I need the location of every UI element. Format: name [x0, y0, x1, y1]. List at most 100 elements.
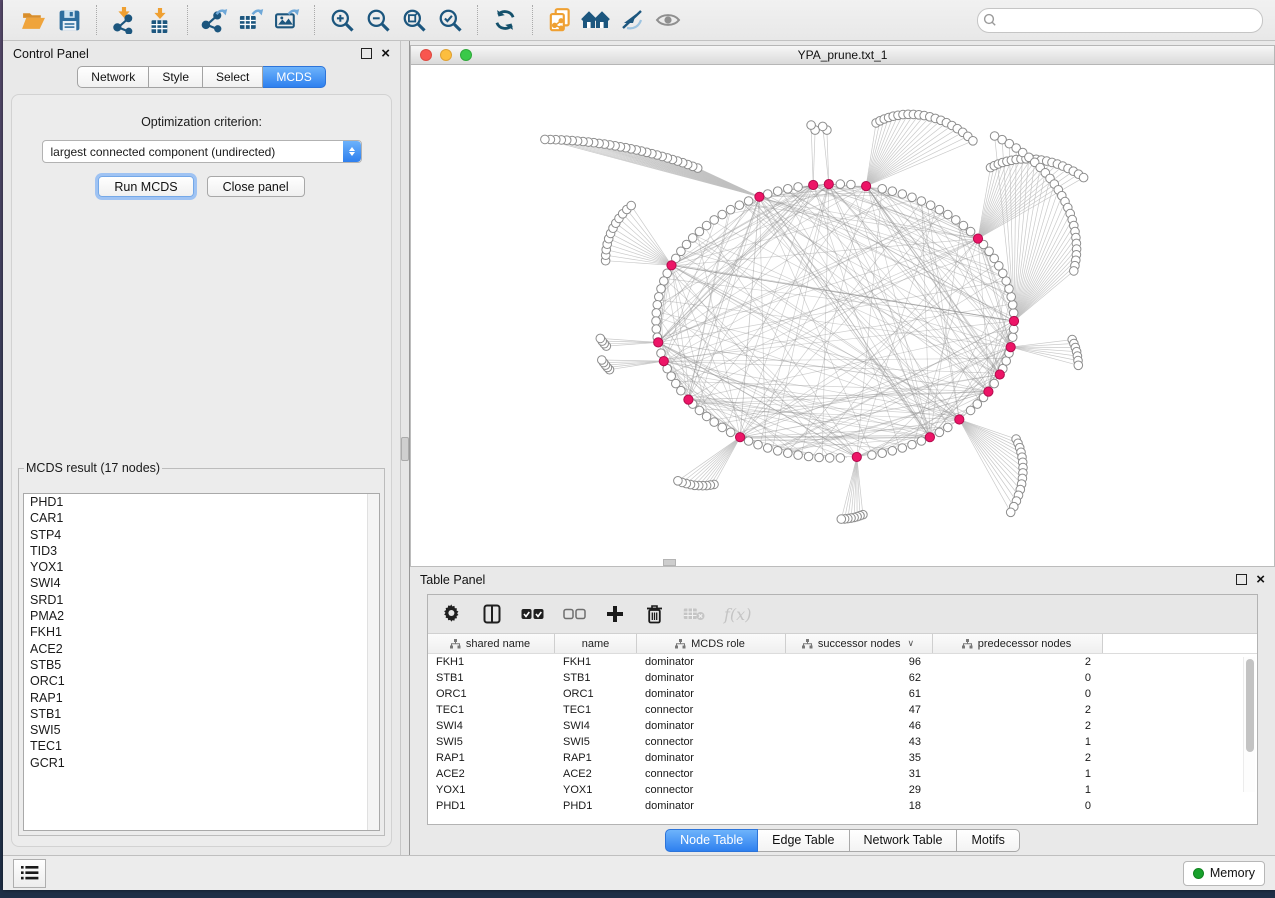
graph-node[interactable]	[702, 221, 711, 230]
graph-node[interactable]	[598, 356, 607, 365]
mcds-list-scrollbar[interactable]	[367, 494, 379, 830]
table-row[interactable]: ORC1ORC1dominator610	[428, 686, 1257, 702]
table-row[interactable]: ACE2ACE2connector311	[428, 766, 1257, 782]
graph-hub-node[interactable]	[654, 338, 663, 347]
mcds-result-item[interactable]: ACE2	[24, 641, 379, 657]
graph-node[interactable]	[1007, 293, 1016, 302]
graph-node[interactable]	[718, 423, 727, 432]
graph-node[interactable]	[784, 185, 793, 194]
graph-node[interactable]	[726, 205, 735, 214]
zoom-in-icon[interactable]	[324, 4, 360, 36]
mcds-result-item[interactable]: PMA2	[24, 608, 379, 624]
add-column-icon[interactable]	[605, 602, 625, 626]
mcds-result-item[interactable]: RAP1	[24, 690, 379, 706]
graph-node[interactable]	[807, 121, 816, 130]
graph-node[interactable]	[695, 406, 704, 415]
graph-node[interactable]	[773, 447, 782, 456]
graph-hub-node[interactable]	[659, 357, 668, 366]
graph-hub-node[interactable]	[973, 234, 982, 243]
graph-node[interactable]	[952, 216, 961, 225]
column-header-MCDS-role[interactable]: MCDS role	[637, 634, 786, 653]
graph-node[interactable]	[763, 190, 772, 199]
zoom-fit-icon[interactable]	[396, 4, 432, 36]
graph-node[interactable]	[917, 197, 926, 206]
graph-node[interactable]	[653, 301, 662, 310]
graph-node[interactable]	[926, 201, 935, 210]
graph-node[interactable]	[773, 187, 782, 196]
graph-node[interactable]	[825, 454, 834, 463]
column-header-successor-nodes[interactable]: successor nodes∨	[786, 634, 933, 653]
graph-node[interactable]	[1006, 508, 1015, 517]
graph-node[interactable]	[837, 515, 846, 524]
criterion-select[interactable]: largest connected component (undirected)	[42, 140, 362, 163]
graph-node[interactable]	[754, 440, 763, 449]
show-columns-icon[interactable]	[482, 602, 502, 626]
graph-hub-node[interactable]	[684, 395, 693, 404]
maximize-window-icon[interactable]	[460, 49, 472, 61]
graph-node[interactable]	[935, 205, 944, 214]
graph-node[interactable]	[1008, 301, 1017, 310]
graph-hub-node[interactable]	[824, 180, 833, 189]
splitter-handle-icon[interactable]	[401, 437, 409, 461]
graph-node[interactable]	[888, 447, 897, 456]
import-network-icon[interactable]	[106, 4, 142, 36]
graph-node[interactable]	[935, 428, 944, 437]
graph-hub-node[interactable]	[925, 433, 934, 442]
memory-button[interactable]: Memory	[1183, 861, 1265, 886]
table-row[interactable]: SWI5SWI5connector431	[428, 734, 1257, 750]
hide-details-icon[interactable]	[614, 4, 650, 36]
graph-node[interactable]	[726, 428, 735, 437]
graph-node[interactable]	[652, 309, 661, 318]
column-header-shared-name[interactable]: shared name	[428, 634, 555, 653]
mcds-result-item[interactable]: STB1	[24, 706, 379, 722]
graph-node[interactable]	[878, 449, 887, 458]
mcds-result-item[interactable]: ORC1	[24, 673, 379, 689]
graph-node[interactable]	[888, 187, 897, 196]
graph-node[interactable]	[966, 406, 975, 415]
table-row[interactable]: YOX1YOX1connector291	[428, 782, 1257, 798]
graph-node[interactable]	[657, 285, 666, 294]
minimize-window-icon[interactable]	[440, 49, 452, 61]
graph-node[interactable]	[710, 418, 719, 427]
float-panel-button[interactable]	[361, 48, 372, 59]
graph-node[interactable]	[966, 227, 975, 236]
table-row[interactable]: SWI4SWI4dominator462	[428, 718, 1257, 734]
export-image-icon[interactable]	[269, 4, 305, 36]
close-window-icon[interactable]	[420, 49, 432, 61]
graph-node[interactable]	[541, 135, 550, 144]
mcds-result-item[interactable]: SWI4	[24, 575, 379, 591]
mcds-result-item[interactable]: SWI5	[24, 722, 379, 738]
graph-node[interactable]	[898, 190, 907, 199]
graph-node[interactable]	[990, 379, 999, 388]
table-row[interactable]: FKH1FKH1dominator962	[428, 654, 1257, 670]
column-header-name[interactable]: name	[555, 634, 637, 653]
graph-node[interactable]	[878, 185, 887, 194]
float-table-panel-button[interactable]	[1236, 574, 1247, 585]
delete-column-icon[interactable]	[644, 602, 664, 626]
close-panel-button-mcds[interactable]: Close panel	[207, 176, 305, 197]
mcds-result-item[interactable]: TEC1	[24, 738, 379, 754]
graph-node[interactable]	[868, 451, 877, 460]
graph-hub-node[interactable]	[984, 387, 993, 396]
mcds-result-item[interactable]: TID3	[24, 543, 379, 559]
refresh-icon[interactable]	[487, 4, 523, 36]
graph-node[interactable]	[744, 437, 753, 446]
graph-node[interactable]	[973, 400, 982, 409]
clone-network-icon[interactable]	[542, 4, 578, 36]
network-graph[interactable]	[411, 65, 1275, 565]
graph-node[interactable]	[836, 180, 845, 189]
graph-hub-node[interactable]	[809, 180, 818, 189]
graph-hub-node[interactable]	[755, 192, 764, 201]
tab-network-table[interactable]: Network Table	[850, 829, 958, 852]
tab-mcds[interactable]: MCDS	[263, 66, 325, 88]
graph-node[interactable]	[735, 201, 744, 210]
graph-node[interactable]	[655, 293, 664, 302]
tab-select[interactable]: Select	[203, 66, 263, 88]
mcds-result-item[interactable]: SRD1	[24, 592, 379, 608]
select-all-icon[interactable]	[521, 602, 544, 626]
graph-node[interactable]	[710, 216, 719, 225]
panel-selector-button[interactable]	[13, 859, 46, 888]
table-row[interactable]: TEC1TEC1connector472	[428, 702, 1257, 718]
mcds-result-item[interactable]: STB5	[24, 657, 379, 673]
table-row[interactable]: PHD1PHD1dominator180	[428, 798, 1257, 814]
